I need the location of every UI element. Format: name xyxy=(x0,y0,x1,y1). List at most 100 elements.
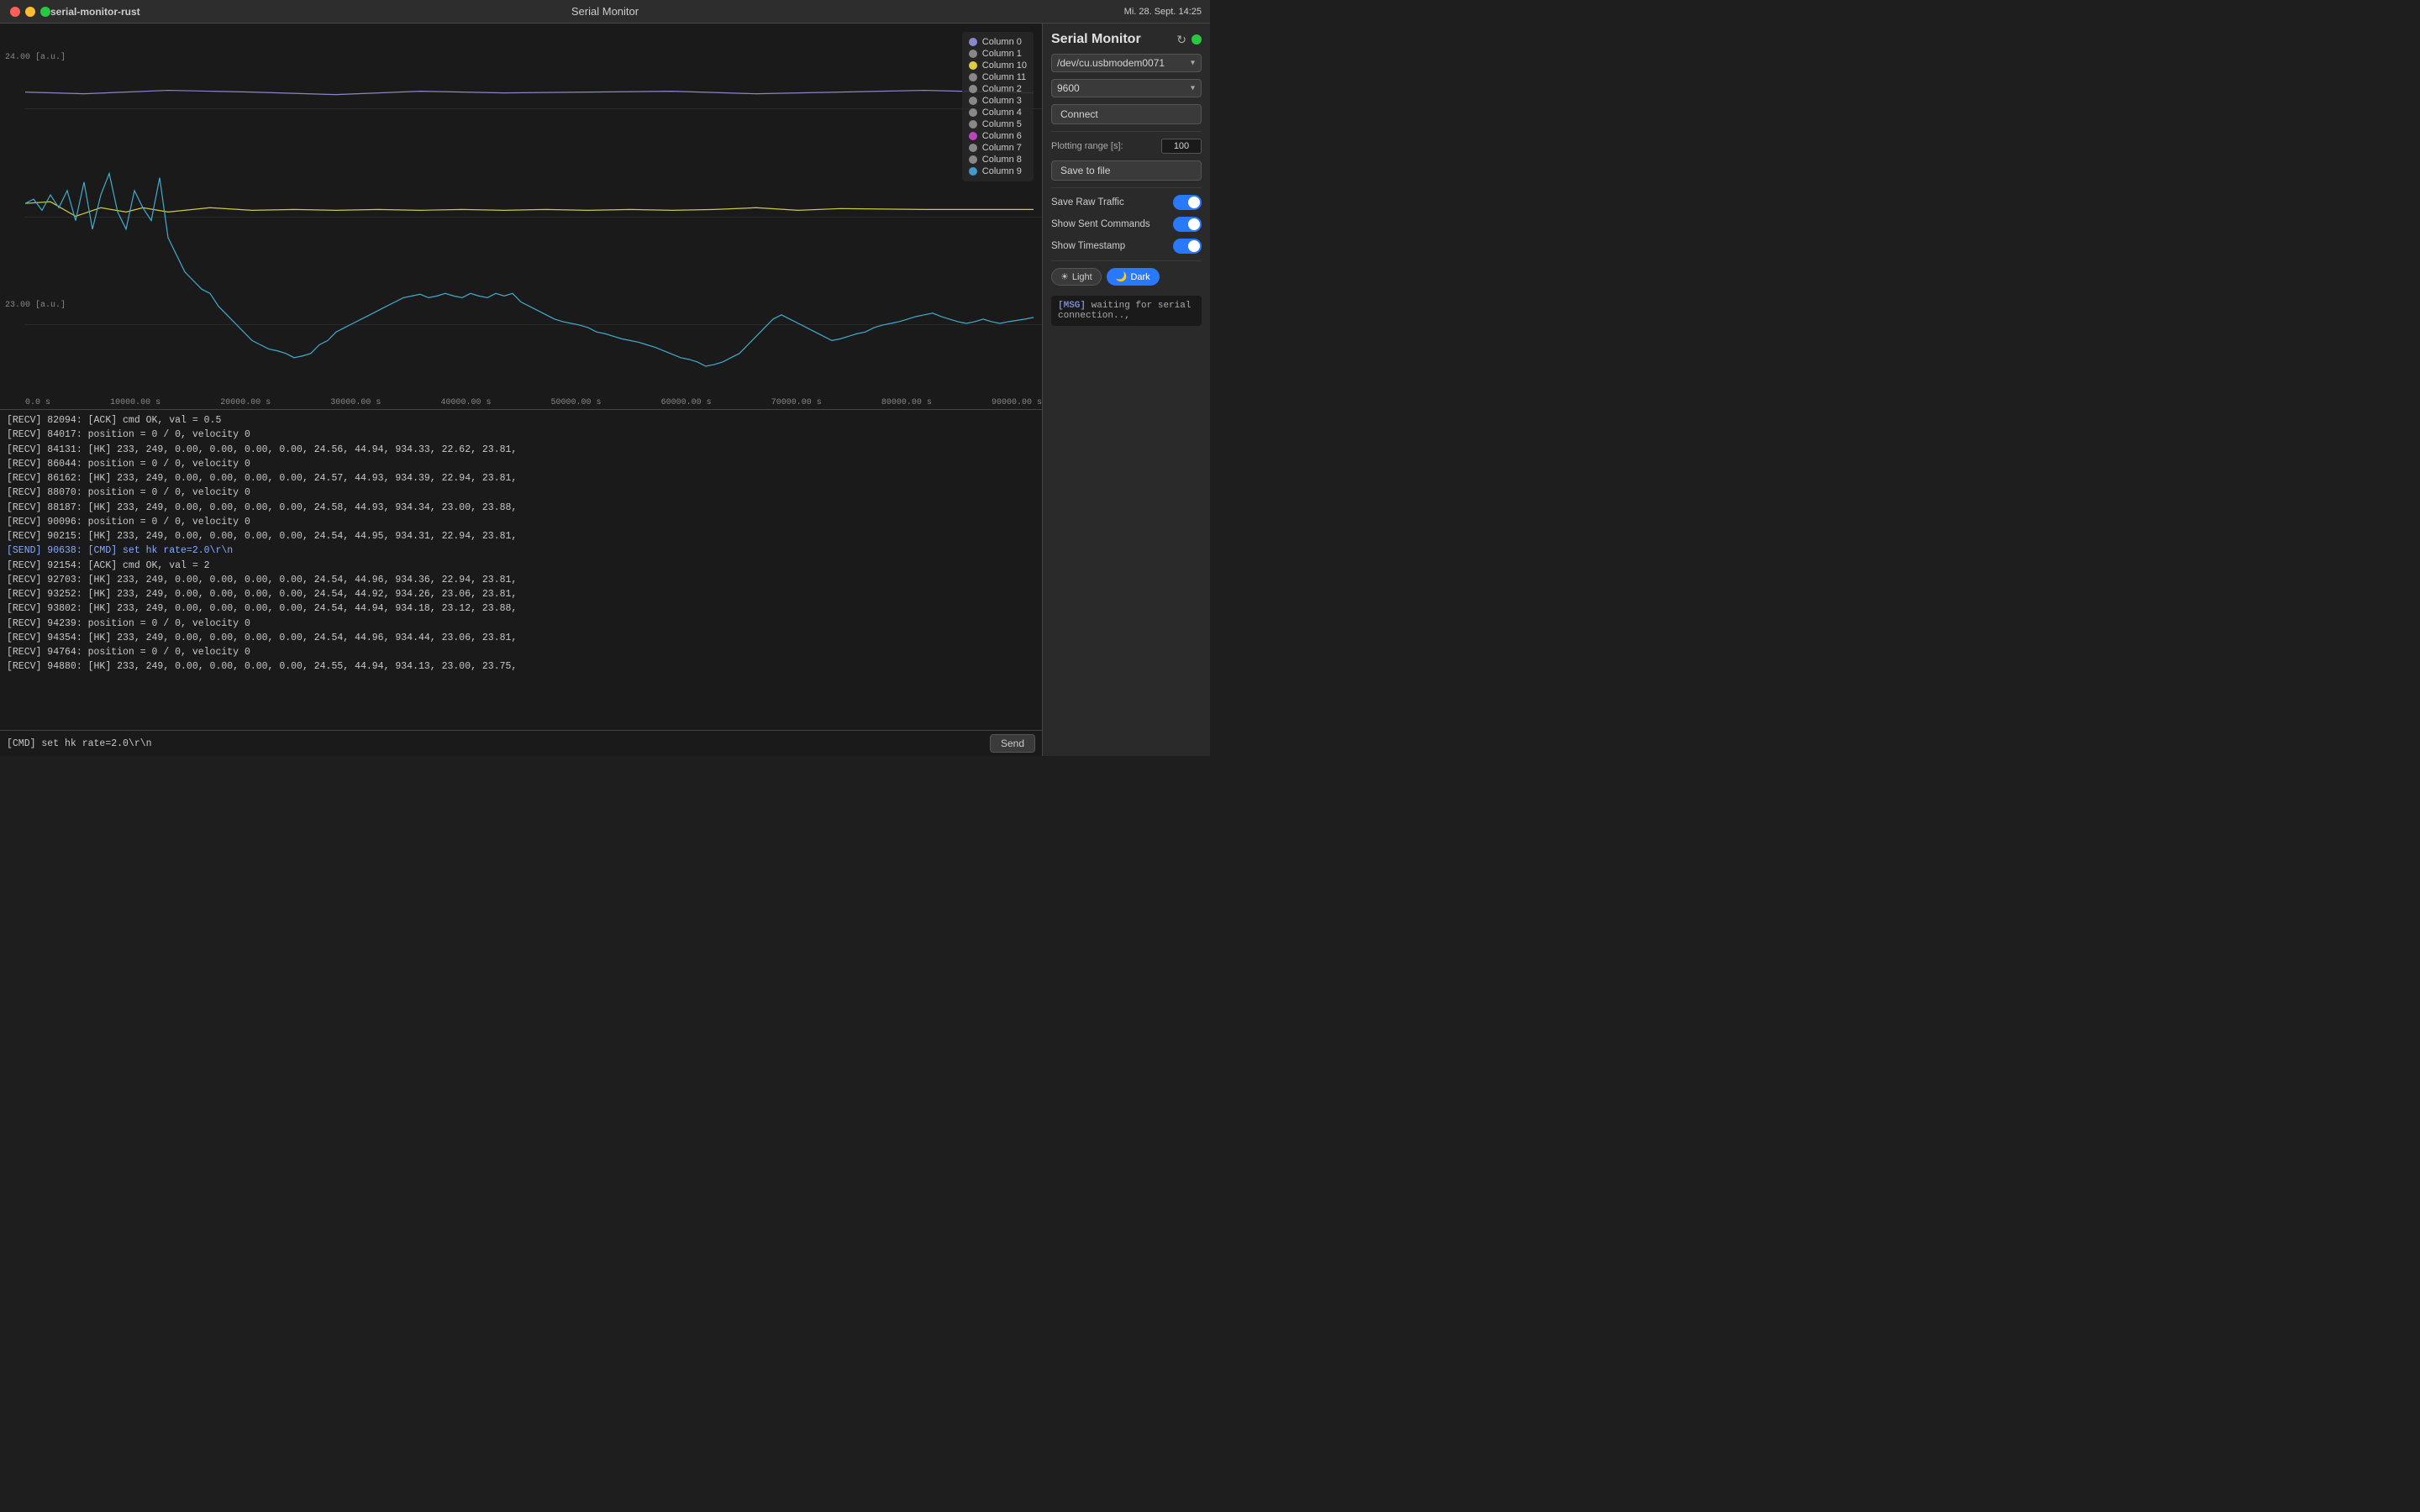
legend-color-dot xyxy=(969,155,977,164)
send-button[interactable]: Send xyxy=(990,734,1035,753)
terminal-line: [SEND] 90638: [CMD] set hk rate=2.0\r\n xyxy=(7,543,1035,558)
legend-color-dot xyxy=(969,97,977,105)
minimize-button[interactable] xyxy=(25,7,35,17)
legend-color-dot xyxy=(969,144,977,152)
port-dropdown-wrapper: /dev/cu.usbmodem0071 xyxy=(1051,54,1202,72)
legend-item[interactable]: Column 10 xyxy=(969,60,1027,71)
legend-item[interactable]: Column 9 xyxy=(969,166,1027,176)
save-raw-traffic-row: Save Raw Traffic xyxy=(1051,195,1202,210)
x-label-2: 20000.00 s xyxy=(220,398,271,407)
cmd-input-row: Send xyxy=(0,730,1042,756)
terminal-line: [RECV] 86162: [HK] 233, 249, 0.00, 0.00,… xyxy=(7,471,1035,486)
msg-label: [MSG] xyxy=(1058,301,1086,311)
cmd-input[interactable] xyxy=(7,738,985,749)
toggle-knob xyxy=(1188,197,1200,208)
show-sent-commands-row: Show Sent Commands xyxy=(1051,217,1202,232)
theme-light-label: Light xyxy=(1072,272,1092,282)
legend-color-dot xyxy=(969,50,977,58)
terminal-line: [RECV] 92703: [HK] 233, 249, 0.00, 0.00,… xyxy=(7,573,1035,587)
port-dropdown[interactable]: /dev/cu.usbmodem0071 xyxy=(1051,54,1202,72)
save-to-file-button[interactable]: Save to file xyxy=(1051,160,1202,181)
terminal-line: [RECV] 92154: [ACK] cmd OK, val = 2 xyxy=(7,559,1035,573)
x-label-0: 0.0 s xyxy=(25,398,50,407)
titlebar: serial-monitor-rust Serial Monitor Mi. 2… xyxy=(0,0,1210,24)
x-label-3: 30000.00 s xyxy=(330,398,381,407)
legend-item[interactable]: Column 8 xyxy=(969,155,1027,165)
terminal-area[interactable]: [RECV] 82094: [ACK] cmd OK, val = 0.5 [RE… xyxy=(0,410,1042,730)
terminal-line: [RECV] 94764: position = 0 / 0, velocity… xyxy=(7,645,1035,659)
plotting-range-input[interactable] xyxy=(1161,139,1202,154)
legend-color-dot xyxy=(969,73,977,81)
legend-color-dot xyxy=(969,108,977,117)
legend-color-dot xyxy=(969,38,977,46)
legend-label: Column 1 xyxy=(982,49,1022,59)
connection-status-dot xyxy=(1192,34,1202,45)
x-label-5: 50000.00 s xyxy=(551,398,602,407)
theme-light-button[interactable]: ☀ Light xyxy=(1051,268,1102,286)
window-title: Serial Monitor xyxy=(571,5,639,18)
legend-item[interactable]: Column 1 xyxy=(969,49,1027,59)
legend-item[interactable]: Column 6 xyxy=(969,131,1027,141)
column9-line xyxy=(25,174,1034,367)
theme-dark-button[interactable]: 🌙 Dark xyxy=(1107,268,1160,286)
theme-dark-label: Dark xyxy=(1130,272,1150,282)
chart-legend: Column 0 Column 1Column 10Column 11 Column… xyxy=(962,32,1034,181)
divider-3 xyxy=(1051,260,1202,261)
legend-color-dot xyxy=(969,120,977,129)
terminal-line: [RECV] 93252: [HK] 233, 249, 0.00, 0.00,… xyxy=(7,587,1035,601)
show-sent-commands-toggle[interactable] xyxy=(1173,217,1202,232)
port-row: /dev/cu.usbmodem0071 xyxy=(1051,54,1202,72)
legend-label: Column 5 xyxy=(982,119,1022,129)
legend-item[interactable]: Column 4 xyxy=(969,108,1027,118)
sidebar-title-text: Serial Monitor xyxy=(1051,32,1141,47)
legend-item[interactable]: Column 2 xyxy=(969,84,1027,94)
chart-svg xyxy=(0,24,1042,409)
legend-color-dot xyxy=(969,132,977,140)
app-name: serial-monitor-rust xyxy=(50,6,140,18)
terminal-line: [RECV] 94239: position = 0 / 0, velocity… xyxy=(7,617,1035,631)
legend-label: Column 11 xyxy=(982,72,1026,82)
sun-icon: ☀ xyxy=(1060,271,1069,282)
connect-button[interactable]: Connect xyxy=(1051,104,1202,124)
maximize-button[interactable] xyxy=(40,7,50,17)
legend-label: Column 2 xyxy=(982,84,1022,94)
plotting-range-label: Plotting range [s]: xyxy=(1051,141,1123,151)
legend-item[interactable]: Column 5 xyxy=(969,119,1027,129)
baud-dropdown[interactable]: 9600 115200 57600 38400 19200 4800 xyxy=(1051,79,1202,97)
legend-color-dot xyxy=(969,167,977,176)
legend-color-dot xyxy=(969,85,977,93)
legend-label: Column 8 xyxy=(982,155,1022,165)
x-label-4: 40000.00 s xyxy=(440,398,491,407)
baud-dropdown-wrapper: 9600 115200 57600 38400 19200 4800 xyxy=(1051,79,1202,97)
terminal-line: [RECV] 94880: [HK] 233, 249, 0.00, 0.00,… xyxy=(7,659,1035,674)
refresh-icon[interactable]: ↻ xyxy=(1176,33,1186,47)
legend-label: Column 9 xyxy=(982,166,1022,176)
terminal-line: [RECV] 84131: [HK] 233, 249, 0.00, 0.00,… xyxy=(7,443,1035,457)
baud-row: 9600 115200 57600 38400 19200 4800 xyxy=(1051,79,1202,97)
show-timestamp-row: Show Timestamp xyxy=(1051,239,1202,254)
terminal-line: [RECV] 93802: [HK] 233, 249, 0.00, 0.00,… xyxy=(7,601,1035,616)
x-label-7: 70000.00 s xyxy=(771,398,822,407)
legend-item[interactable]: Column 0 xyxy=(969,37,1027,47)
terminal-line: [RECV] 82094: [ACK] cmd OK, val = 0.5 xyxy=(7,413,1035,428)
show-sent-commands-label: Show Sent Commands xyxy=(1051,219,1150,229)
menu-bar-right: Mi. 28. Sept. 14:25 xyxy=(1124,7,1202,17)
terminal-line: [RECV] 88070: position = 0 / 0, velocity… xyxy=(7,486,1035,500)
legend-item[interactable]: Column 11 xyxy=(969,72,1027,82)
x-label-6: 60000.00 s xyxy=(661,398,712,407)
x-label-1: 10000.00 s xyxy=(110,398,160,407)
sidebar-title: Serial Monitor xyxy=(1051,32,1141,47)
close-button[interactable] xyxy=(10,7,20,17)
left-panel: 24.00 [a.u.] 23.00 [a.u.] 0.0 s xyxy=(0,24,1042,756)
toggle-knob-2 xyxy=(1188,218,1200,230)
legend-color-dot xyxy=(969,61,977,70)
legend-item[interactable]: Column 7 xyxy=(969,143,1027,153)
traffic-lights xyxy=(10,7,50,17)
terminal-line: [RECV] 88187: [HK] 233, 249, 0.00, 0.00,… xyxy=(7,501,1035,515)
msg-box: [MSG] waiting for serial connection.., xyxy=(1051,296,1202,326)
theme-row: ☀ Light 🌙 Dark xyxy=(1051,268,1202,286)
save-raw-traffic-toggle[interactable] xyxy=(1173,195,1202,210)
terminal-line: [RECV] 90215: [HK] 233, 249, 0.00, 0.00,… xyxy=(7,529,1035,543)
legend-item[interactable]: Column 3 xyxy=(969,96,1027,106)
show-timestamp-toggle[interactable] xyxy=(1173,239,1202,254)
